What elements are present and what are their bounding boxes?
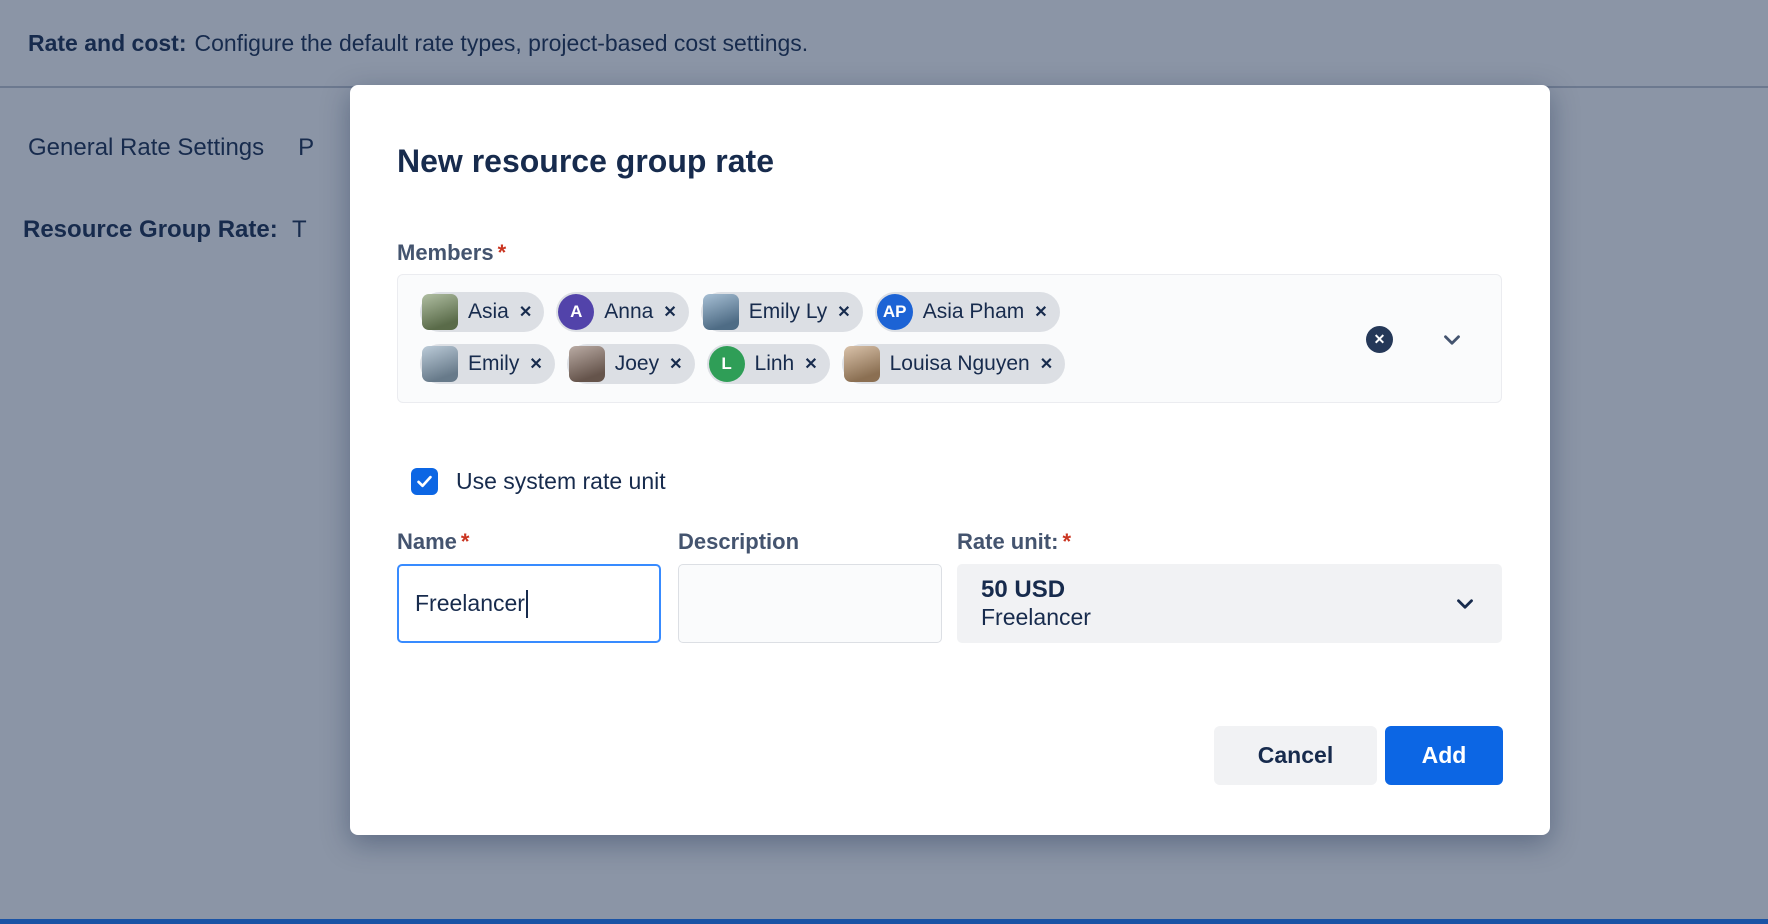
member-name: Emily (468, 352, 519, 376)
avatar-louisa (844, 346, 880, 382)
rate-unit-amount: 50 USD (981, 576, 1091, 604)
rate-unit-select[interactable]: 50 USD Freelancer (957, 564, 1502, 643)
member-name: Louisa Nguyen (890, 352, 1030, 376)
members-label: Members* (397, 240, 506, 266)
chip-row-2: Emily ✕ Joey ✕ L Linh ✕ Louisa Nguyen ✕ (420, 344, 1351, 384)
remove-member-icon[interactable]: ✕ (804, 354, 817, 374)
rate-unit-label: Rate unit:* (957, 529, 1071, 555)
remove-member-icon[interactable]: ✕ (529, 354, 542, 374)
description-label-text: Description (678, 529, 799, 554)
text-cursor (526, 590, 528, 618)
member-chip-joey: Joey ✕ (567, 344, 695, 384)
member-chip-linh: L Linh ✕ (707, 344, 830, 384)
chevron-down-icon[interactable] (1439, 327, 1465, 353)
rate-unit-label-text: Rate unit: (957, 529, 1058, 554)
member-name: Asia (468, 300, 509, 324)
rate-unit-name: Freelancer (981, 604, 1091, 631)
member-name: Asia Pham (923, 300, 1025, 324)
dialog-title: New resource group rate (397, 143, 774, 180)
members-required-mark: * (498, 240, 507, 265)
remove-member-icon[interactable]: ✕ (837, 302, 850, 322)
avatar-anna: A (558, 294, 594, 330)
member-chip-emily: Emily ✕ (420, 344, 555, 384)
use-system-rate-unit-row: Use system rate unit (411, 468, 666, 495)
member-chip-anna: A Anna ✕ (556, 292, 688, 332)
member-chip-louisa: Louisa Nguyen ✕ (842, 344, 1066, 384)
remove-member-icon[interactable]: ✕ (1034, 302, 1047, 322)
remove-member-icon[interactable]: ✕ (669, 354, 682, 374)
new-resource-group-rate-dialog: New resource group rate Members* Asia ✕ … (350, 85, 1550, 835)
clear-all-icon[interactable]: ✕ (1366, 326, 1393, 353)
description-label: Description (678, 529, 799, 555)
add-button[interactable]: Add (1385, 726, 1503, 785)
rate-unit-selected-value: 50 USD Freelancer (981, 576, 1091, 631)
name-label: Name* (397, 529, 469, 555)
avatar-asia (422, 294, 458, 330)
name-input-value: Freelancer (415, 590, 525, 617)
member-chip-asia: Asia ✕ (420, 292, 544, 332)
description-input[interactable] (678, 564, 942, 643)
remove-member-icon[interactable]: ✕ (519, 302, 532, 322)
avatar-asia-pham: AP (877, 294, 913, 330)
member-name: Joey (615, 352, 659, 376)
members-multiselect[interactable]: Asia ✕ A Anna ✕ Emily Ly ✕ AP Asia Pham … (397, 274, 1502, 403)
use-system-rate-unit-checkbox[interactable] (411, 468, 438, 495)
avatar-emily-ly (703, 294, 739, 330)
use-system-rate-unit-label: Use system rate unit (456, 468, 666, 495)
screen: Rate and cost: Configure the default rat… (0, 0, 1768, 924)
members-label-text: Members (397, 240, 494, 265)
chip-row-1: Asia ✕ A Anna ✕ Emily Ly ✕ AP Asia Pham … (420, 292, 1351, 332)
member-chip-emily-ly: Emily Ly ✕ (701, 292, 863, 332)
name-label-text: Name (397, 529, 457, 554)
remove-member-icon[interactable]: ✕ (1040, 354, 1053, 374)
avatar-emily (422, 346, 458, 382)
cancel-button[interactable]: Cancel (1214, 726, 1377, 785)
dialog-footer: Cancel Add (1214, 726, 1503, 785)
member-chip-asia-pham: AP Asia Pham ✕ (875, 292, 1060, 332)
member-name: Emily Ly (749, 300, 828, 324)
avatar-joey (569, 346, 605, 382)
member-name: Anna (604, 300, 653, 324)
members-field-controls: ✕ (1366, 275, 1465, 404)
rate-unit-required-mark: * (1062, 529, 1071, 554)
chevron-down-icon[interactable] (1452, 591, 1478, 617)
remove-member-icon[interactable]: ✕ (663, 302, 676, 322)
member-name: Linh (755, 352, 795, 376)
name-required-mark: * (461, 529, 470, 554)
avatar-linh: L (709, 346, 745, 382)
name-input[interactable]: Freelancer (397, 564, 661, 643)
